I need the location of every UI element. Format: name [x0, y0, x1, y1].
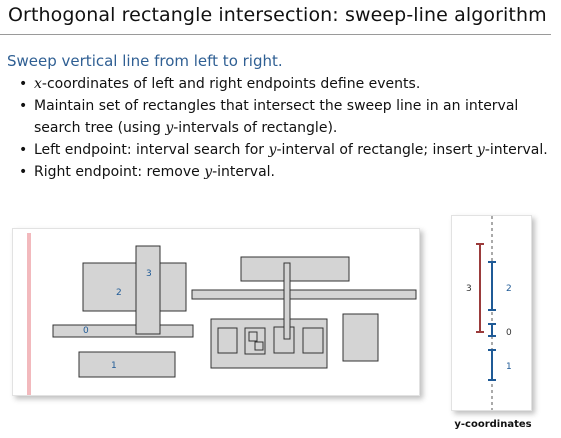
rectangle-upper-right [240, 256, 350, 282]
bullet-left-endpoint: Left endpoint: interval search for y-int… [12, 139, 557, 161]
bullet-left-mid: -interval of rectangle; insert [276, 142, 477, 158]
var-x: x [34, 76, 42, 92]
interval-label-3: 3 [466, 284, 472, 294]
bullet-events: x-coordinates of left and right endpoint… [12, 73, 557, 95]
rectangle-label-1: 1 [111, 361, 117, 371]
bullet-right-post: -interval. [212, 164, 275, 180]
rectangle-right-small [342, 313, 379, 362]
rectangle-long-horizontal [191, 289, 417, 300]
rectangles-svg: 0 1 2 3 [27, 233, 417, 395]
interval-2 [488, 261, 496, 311]
interval-label-0: 0 [506, 328, 512, 338]
bullet-right-pre: Right endpoint: remove [34, 164, 205, 180]
var-y: y [204, 164, 213, 180]
rectangle-1 [78, 351, 176, 378]
title-divider [0, 34, 551, 35]
bullet-maintain: Maintain set of rectangles that intersec… [12, 95, 557, 139]
rectangle-inner-4 [302, 327, 324, 354]
bullet-maintain-line1: Maintain set of rectangles that intersec… [34, 98, 519, 114]
rectangle-tiny-2 [254, 341, 264, 351]
bullet-list: x-coordinates of left and right endpoint… [12, 73, 557, 183]
rectangle-label-3: 3 [146, 269, 152, 279]
rectangle-inner-1 [217, 327, 238, 354]
bullet-maintain-post: -intervals of rectangle). [173, 120, 338, 136]
var-y: y [476, 142, 485, 158]
interval-label-1: 1 [506, 362, 512, 372]
slide-title: Orthogonal rectangle intersection: sweep… [8, 4, 547, 26]
rectangle-3 [135, 245, 161, 335]
rectangle-vertical-bar [283, 262, 291, 340]
rectangle-2 [82, 262, 187, 312]
intervals-diagram: 3 2 0 1 [451, 215, 532, 411]
interval-3 [476, 243, 484, 333]
interval-0 [488, 323, 496, 337]
rectangle-tiny-1 [248, 331, 258, 342]
intervals-svg: 3 2 0 1 [466, 216, 512, 410]
bullet-left-pre: Left endpoint: interval search for [34, 142, 269, 158]
bullet-events-text: -coordinates of left and right endpoints… [41, 76, 421, 92]
rectangle-0 [52, 324, 194, 338]
bullet-maintain-pre: search tree (using [34, 120, 166, 136]
section-heading: Sweep vertical line from left to right. [7, 52, 283, 70]
y-coordinates-caption: y-coordinates [454, 419, 532, 430]
rectangles-diagram: 0 1 2 3 [12, 228, 420, 396]
rectangle-label-2: 2 [116, 288, 122, 298]
bullet-right-endpoint: Right endpoint: remove y-interval. [12, 161, 557, 183]
bullet-left-post: -interval. [484, 142, 548, 158]
rectangle-label-0: 0 [83, 326, 89, 336]
interval-label-2: 2 [506, 284, 512, 294]
interval-1 [488, 349, 496, 381]
